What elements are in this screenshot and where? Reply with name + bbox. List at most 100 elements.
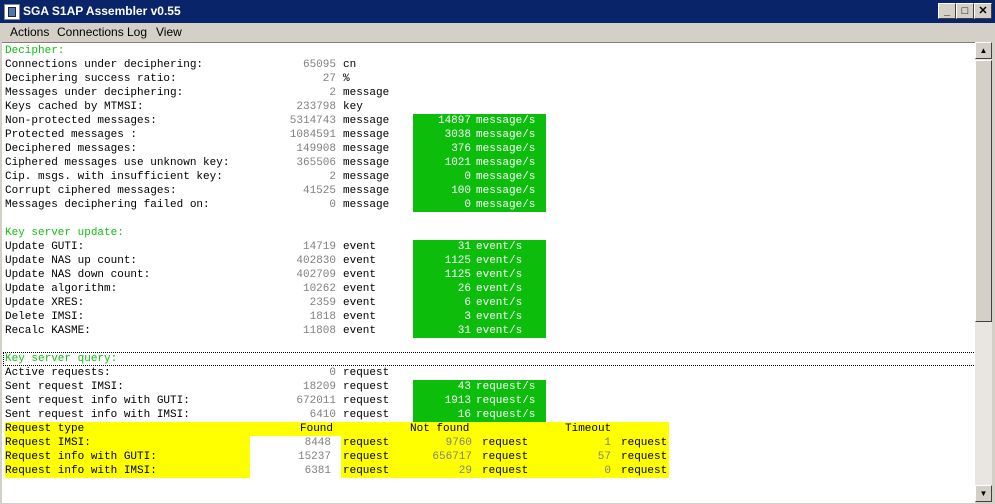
stat-label: Messages deciphering failed on: (5, 199, 210, 211)
stat-label: Ciphered messages use unknown key: (5, 157, 230, 169)
scroll-down-icon[interactable]: ▼ (975, 485, 992, 502)
rate-box: 0 message/s (413, 198, 546, 212)
rate-box: 26 event/s (413, 282, 546, 296)
stat-value: 672011 (296, 395, 336, 407)
rate-unit: message/s (476, 171, 536, 183)
rate-unit: request/s (476, 409, 536, 421)
table-row-label: Request info with GUTI: (5, 451, 157, 463)
app-window: SGA S1AP Assembler v0.55 _ □ ✕ Actions C… (0, 0, 995, 504)
rate-box: 100 message/s (413, 184, 546, 198)
stat-value: 2359 (309, 297, 336, 309)
stat-value: 149908 (296, 143, 336, 155)
stat-label: Update algorithm: (5, 283, 118, 295)
close-button[interactable]: ✕ (974, 3, 992, 19)
stat-value: 5314743 (289, 115, 336, 127)
stat-value: 10262 (302, 283, 336, 295)
stat-unit: message (343, 87, 390, 99)
stat-label: Update NAS up count: (5, 255, 138, 267)
stat-value: 14719 (302, 241, 336, 253)
rate-unit: event/s (476, 283, 523, 295)
stat-label: Active requests: (5, 367, 111, 379)
minimize-button[interactable]: _ (938, 3, 956, 19)
vertical-scrollbar[interactable]: ▲ ▼ (975, 42, 992, 502)
stat-label: Update NAS down count: (5, 269, 151, 281)
table-found-value: 8448 (304, 437, 331, 449)
stat-value: 2 (329, 171, 336, 183)
decipher-row: Corrupt ciphered messages: 41525 message 10… (5, 184, 565, 198)
stat-unit: event (343, 241, 377, 253)
menu-connections[interactable]: Connections (57, 25, 124, 39)
decipher-row: Deciphered messages: 149908 message 376 mess… (5, 142, 565, 156)
scroll-thumb[interactable] (975, 60, 992, 322)
table-header-timeout: Timeout (565, 423, 612, 435)
rate-value: 16 (457, 409, 471, 421)
table-timeout-value: 1 (604, 437, 611, 449)
decipher-row: Deciphering success ratio: 27% (5, 72, 565, 86)
stat-value: 18209 (302, 381, 336, 393)
rate-unit: event/s (476, 297, 523, 309)
rate-unit: event/s (476, 325, 523, 337)
rate-box: 3 event/s (413, 310, 546, 324)
table-unit: request (621, 437, 668, 449)
section-key-update-title: Key server update: (5, 227, 124, 239)
stat-value: 1084591 (289, 129, 336, 141)
key-query-row: Sent request info with GUTI: 672011 reques… (5, 394, 565, 408)
stat-unit: event (343, 283, 377, 295)
scroll-up-icon[interactable]: ▲ (975, 42, 992, 59)
table-found-value: 6381 (304, 465, 331, 477)
table-header-found: Found (300, 423, 334, 435)
stat-label: Delete IMSI: (5, 311, 85, 323)
stat-label: Update XRES: (5, 297, 85, 309)
rate-box: 43 request/s (413, 380, 546, 394)
rate-box: 1125 event/s (413, 268, 546, 282)
stat-unit: event (343, 325, 377, 337)
title-bar[interactable]: SGA S1AP Assembler v0.55 _ □ ✕ (0, 0, 995, 23)
window-title: SGA S1AP Assembler v0.55 (23, 4, 181, 18)
key-update-row: Update NAS down count: 402709 event 1125 eve… (5, 268, 565, 282)
stat-value: 1818 (309, 311, 336, 323)
key-query-row: Active requests: 0 request (5, 366, 565, 380)
stat-label: Connections under deciphering: (5, 59, 204, 71)
rate-box: 3038 message/s (413, 128, 546, 142)
stat-label: Recalc KASME: (5, 325, 91, 337)
menu-log[interactable]: Log (127, 25, 147, 39)
rate-value: 0 (464, 171, 471, 183)
stat-unit: request (343, 395, 390, 407)
key-update-row: Update algorithm: 10262 event 26 event/s (5, 282, 565, 296)
section-decipher-title: Decipher: (5, 45, 65, 57)
table-unit: request (621, 465, 668, 477)
stat-value: 65095 (302, 59, 336, 71)
rate-box: 14897 message/s (413, 114, 546, 128)
app-window-icon[interactable] (4, 4, 20, 20)
stat-value: 402830 (296, 255, 336, 267)
stat-value: 0 (329, 199, 336, 211)
stat-label: Deciphering success ratio: (5, 73, 177, 85)
decipher-row: Ciphered messages use unknown key: 365506… (5, 156, 565, 170)
decipher-row: Messages deciphering failed on: 0 message 0… (5, 198, 565, 212)
stat-unit: event (343, 269, 377, 281)
table-timeout-value: 0 (604, 465, 611, 477)
rate-box: 0 message/s (413, 170, 546, 184)
key-query-row: Sent request IMSI: 18209 request 43 request/… (5, 380, 565, 394)
stat-value: 27 (322, 73, 336, 85)
stat-label: Protected messages : (5, 129, 138, 141)
stat-label: Cip. msgs. with insufficient key: (5, 171, 223, 183)
rate-unit: request/s (476, 381, 536, 393)
rate-box: 376 message/s (413, 142, 546, 156)
menu-view[interactable]: View (156, 25, 182, 39)
rate-unit: message/s (476, 143, 536, 155)
rate-box: 6 event/s (413, 296, 546, 310)
stat-unit: request (343, 381, 390, 393)
key-update-row: Delete IMSI: 1818 event 3 event/s (5, 310, 565, 324)
maximize-button[interactable]: □ (956, 3, 974, 19)
statistics-panel[interactable]: Decipher: Key server update: Key server … (2, 42, 976, 503)
rate-box: 31 event/s (413, 324, 546, 338)
stat-unit: key (343, 101, 363, 113)
stat-label: Sent request info with IMSI: (5, 409, 190, 421)
menu-actions[interactable]: Actions (10, 25, 49, 39)
rate-value: 43 (457, 381, 471, 393)
table-not_found-value: 9760 (445, 437, 472, 449)
rate-unit: message/s (476, 157, 536, 169)
stat-unit: event (343, 311, 377, 323)
stat-unit: request (343, 367, 390, 379)
